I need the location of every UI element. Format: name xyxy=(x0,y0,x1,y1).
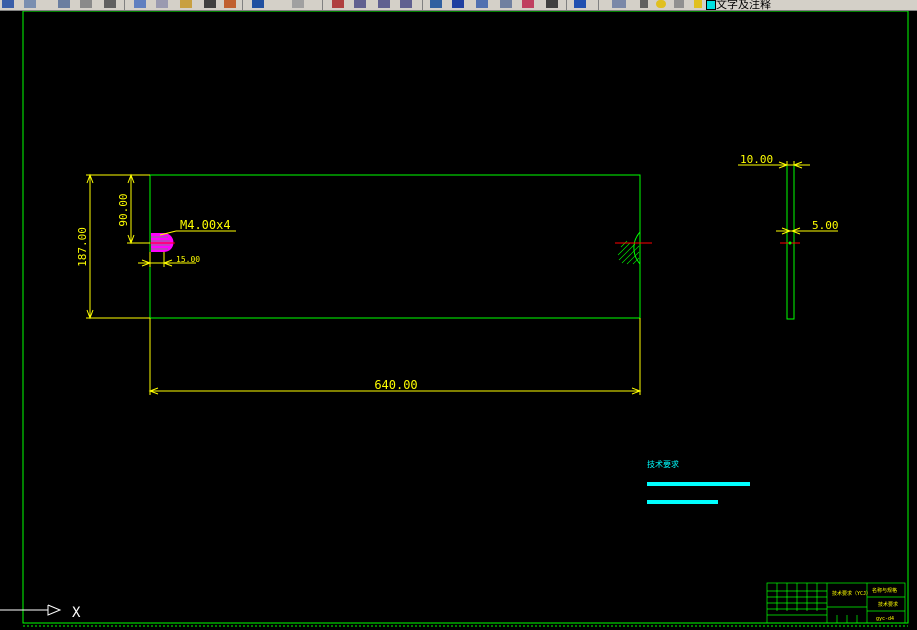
design-center-icon[interactable] xyxy=(476,0,488,8)
layer-lock-icon[interactable] xyxy=(674,0,684,8)
layer-on-icon[interactable] xyxy=(656,0,666,8)
toolbar-separator xyxy=(422,0,423,10)
brush-icon[interactable] xyxy=(204,0,216,8)
match-icon[interactable] xyxy=(180,0,192,8)
hole-offset-dimension xyxy=(127,173,150,245)
redo-icon[interactable] xyxy=(252,0,264,8)
plate-outline xyxy=(149,174,641,319)
title-block-cell: 名称与规格 xyxy=(872,587,897,594)
hole-depth-dimension-text: 15.00 xyxy=(176,255,200,264)
zoom-realtime-icon[interactable] xyxy=(332,0,344,8)
layer-manager-icon[interactable] xyxy=(612,0,626,8)
title-block-cell: 技术要求（YCJ） xyxy=(832,590,871,597)
ucs-icon xyxy=(0,604,62,616)
save-icon[interactable] xyxy=(2,0,14,8)
side-hole-dimension-text: 5.00 xyxy=(812,219,839,232)
hole-offset-dimension-text: 90.00 xyxy=(117,193,130,226)
properties-icon[interactable] xyxy=(452,0,464,8)
right-thread-hole xyxy=(615,230,652,266)
zoom-window-icon[interactable] xyxy=(354,0,366,8)
print-icon[interactable] xyxy=(24,0,36,8)
layer-color-icon[interactable] xyxy=(706,0,716,10)
paste-icon[interactable] xyxy=(156,0,168,8)
tech-requirements-title: 技术要求 xyxy=(647,459,679,469)
ucs-x-label: X xyxy=(72,605,81,621)
layer-freeze-icon[interactable] xyxy=(694,0,702,8)
thread-label: M4.00x4 xyxy=(180,218,231,232)
cut-icon[interactable] xyxy=(104,0,116,8)
tool-palette-icon[interactable] xyxy=(500,0,512,8)
table-icon[interactable] xyxy=(546,0,558,8)
side-width-dimension-text: 10.00 xyxy=(740,153,773,166)
toolbar-separator xyxy=(566,0,567,10)
left-thread-hole xyxy=(150,233,175,252)
drawing-canvas[interactable]: 187.00 90.00 M4.00x4 15.00 640.00 10.00 … xyxy=(0,11,917,630)
toolbar-separator xyxy=(598,0,599,10)
title-block-cell: 技术要求 xyxy=(878,601,898,608)
help-icon[interactable] xyxy=(574,0,586,8)
toolbar-separator xyxy=(242,0,243,10)
publish-icon[interactable] xyxy=(80,0,92,8)
width-dimension-text: 640.00 xyxy=(374,378,417,392)
pan-icon[interactable] xyxy=(292,0,304,8)
layer-state-icon[interactable] xyxy=(640,0,648,8)
undo-icon[interactable] xyxy=(224,0,236,8)
zoom-previous-icon[interactable] xyxy=(378,0,390,8)
title-block-cell: gyc-d4 xyxy=(876,616,894,622)
toolbar-separator xyxy=(322,0,323,10)
height-dimension-text: 187.00 xyxy=(76,227,89,267)
tech-requirement-line-1 xyxy=(647,482,750,486)
standard-toolbar: 文字及注释 xyxy=(0,0,917,11)
text-style-icon[interactable] xyxy=(430,0,442,8)
calc-icon[interactable] xyxy=(522,0,534,8)
tech-requirement-line-2 xyxy=(647,500,718,504)
drawing-border xyxy=(22,11,909,624)
toolbar-separator xyxy=(124,0,125,10)
preview-icon[interactable] xyxy=(58,0,70,8)
zoom-extents-icon[interactable] xyxy=(400,0,412,8)
layer-dropdown-value[interactable]: 文字及注释 xyxy=(716,0,771,10)
side-hole-marker xyxy=(788,241,792,245)
copy-icon[interactable] xyxy=(134,0,146,8)
